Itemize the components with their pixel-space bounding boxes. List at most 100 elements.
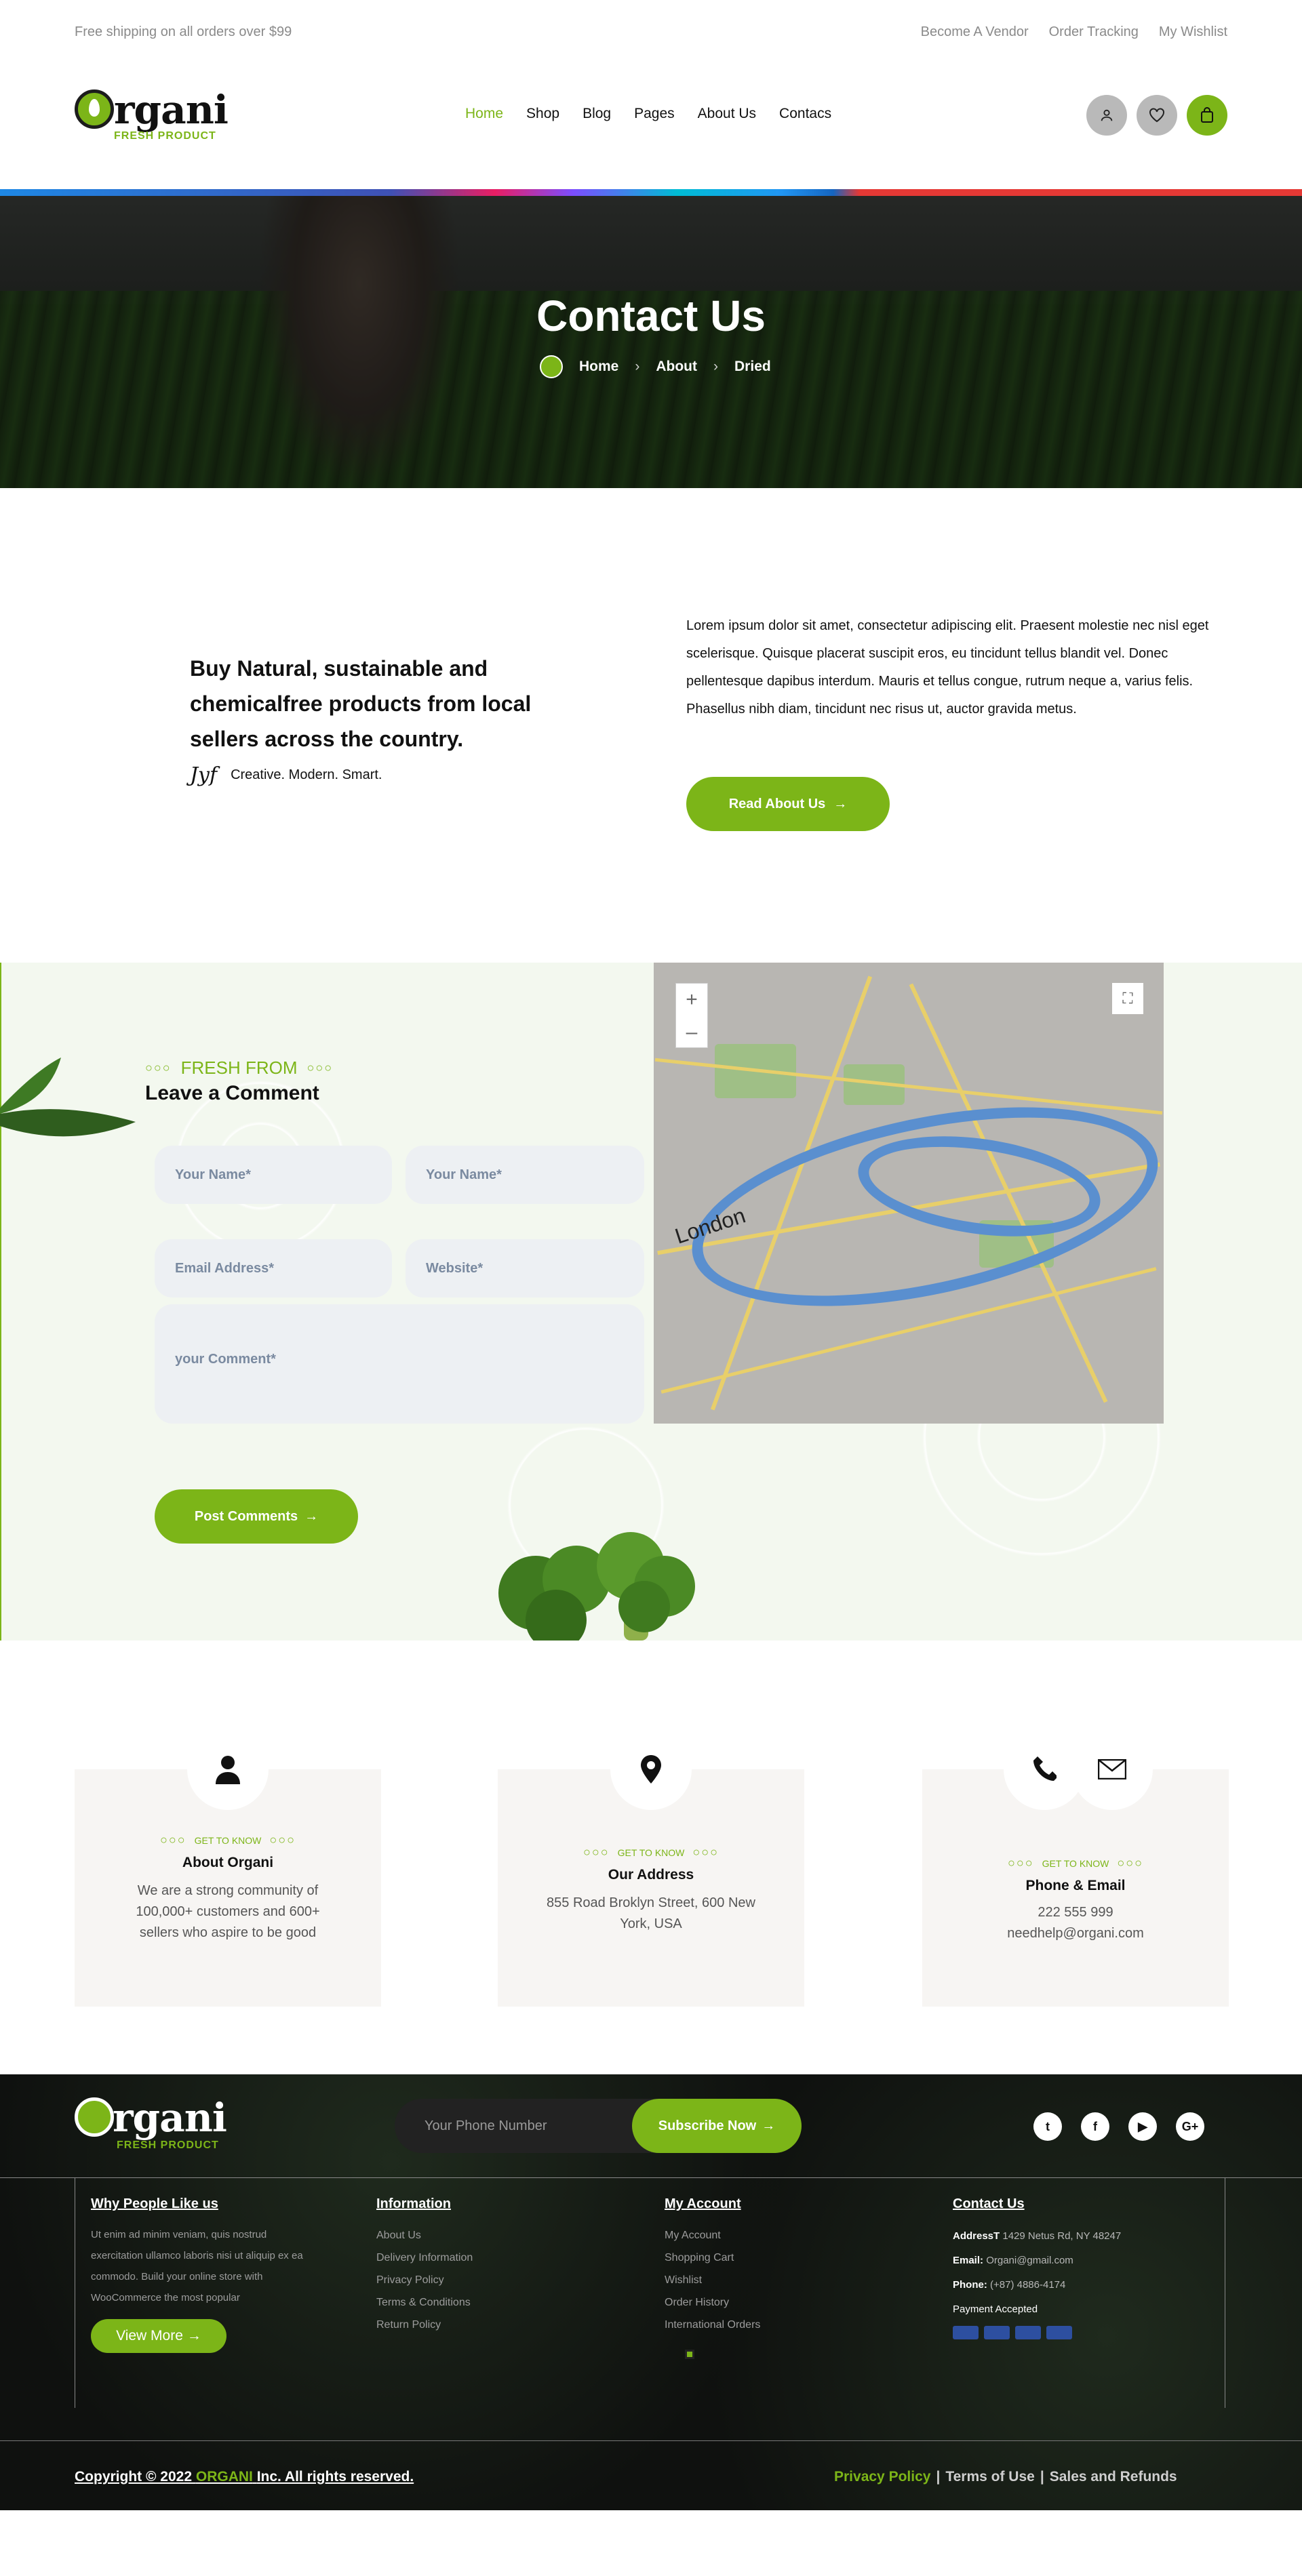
footer-link[interactable]: Wishlist [665,2269,760,2291]
fullscreen-icon[interactable]: ⛶ [1112,983,1143,1014]
scroll-indicator[interactable] [685,2350,694,2359]
footer-link[interactable]: Order History [665,2291,760,2314]
subscribe-button[interactable]: Subscribe Now → [632,2099,802,2153]
card-title: About Organi [182,1855,274,1870]
breadcrumb-dried: Dried [734,359,771,374]
payment-label: Payment Accepted [953,2303,1038,2315]
order-tracking-link[interactable]: Order Tracking [1049,24,1139,40]
footer-link[interactable]: Privacy Policy [376,2269,473,2291]
home-icon[interactable] [540,355,563,378]
footer-heading: Contact Us [953,2196,1025,2211]
payment-methods [953,2326,1121,2339]
facebook-icon[interactable]: f [1081,2112,1109,2141]
footer-account-column: My Account My Account Shopping Cart Wish… [665,2196,760,2336]
top-bar: Free shipping on all orders over $99 Bec… [0,0,1302,65]
become-vendor-link[interactable]: Become A Vendor [921,24,1029,40]
nav-pages[interactable]: Pages [634,106,675,122]
logo-tagline: FRESH PRODUCT [114,130,216,142]
user-icon[interactable] [1086,95,1127,136]
shipping-notice: Free shipping on all orders over $99 [75,24,292,39]
location-map[interactable]: London + – ⛶ [654,963,1164,1424]
privacy-policy-link[interactable]: Privacy Policy [834,2469,930,2485]
card-title: Our Address [608,1867,694,1883]
footer-logo[interactable]: rgani FRESH PRODUCT [75,2095,237,2156]
maestro-icon [984,2326,1010,2339]
circles-icon: ○○○ [145,1061,172,1074]
footer-link[interactable]: Return Policy [376,2314,473,2336]
info-card-about: ○○○ GET TO KNOW ○○○ About Organi We are … [75,1729,381,2007]
page-hero: Contact Us Home › About › Dried [0,196,1302,488]
arrow-right-icon: → [833,796,848,811]
page-title: Contact Us [536,291,766,340]
card-title: Phone & Email [1025,1878,1126,1893]
logo-wordmark: rgani [114,87,229,133]
footer-phone: Phone: (+87) 4886-4174 [953,2279,1066,2291]
footer-address: AddressT 1429 Netus Rd, NY 48247 [953,2230,1122,2242]
logo-leaf-icon [75,89,114,129]
post-comments-button[interactable]: Post Comments → [155,1489,358,1544]
footer-heading: Information [376,2196,451,2211]
name-field[interactable]: Your Name* [155,1146,392,1204]
footer-link[interactable]: Terms & Conditions [376,2291,473,2314]
nav-contacs[interactable]: Contacs [779,106,831,122]
circles-icon: ○○○ [307,1061,334,1074]
footer-email: Email: Organi@gmail.com [953,2255,1073,2266]
breadcrumb-about[interactable]: About [656,359,697,375]
amex-icon [1046,2326,1072,2339]
circles-icon: ○○○ [583,1845,610,1859]
about-heading: Buy Natural, sustainable and chemicalfre… [190,656,532,751]
youtube-icon[interactable]: ▶ [1128,2112,1157,2141]
copyright: Copyright © 2022 ORGANI Inc. All rights … [75,2469,414,2484]
site-footer: rgani FRESH PRODUCT Your Phone Number Su… [0,2074,1302,2510]
footer-heading: Why People Like us [91,2196,218,2211]
user-icon [187,1729,269,1810]
nav-about-us[interactable]: About Us [698,106,756,122]
wishlist-link[interactable]: My Wishlist [1159,24,1227,40]
footer-link[interactable]: My Account [665,2224,760,2247]
website-field[interactable]: Website* [406,1239,644,1297]
breadcrumb: Home › About › Dried [540,355,771,378]
chevron-right-icon: › [713,359,719,374]
name-field-2[interactable]: Your Name* [406,1146,644,1204]
footer-contact-column: Contact Us AddressT 1429 Netus Rd, NY 48… [953,2196,1121,2339]
footer-information-column: Information About Us Delivery Informatio… [376,2196,473,2336]
circles-icon: ○○○ [159,1833,186,1847]
logo-tagline: FRESH PRODUCT [117,2139,219,2151]
footer-link[interactable]: Shopping Cart [665,2247,760,2269]
card-text: 855 Road Broklyn Street, 600 New York, U… [547,1895,755,1931]
site-logo[interactable]: rgani FRESH PRODUCT [75,87,231,149]
bag-icon[interactable] [1187,95,1227,136]
email-field[interactable]: Email Address* [155,1239,392,1297]
mastercard-icon [1015,2326,1041,2339]
info-card-address: ○○○ GET TO KNOW ○○○ Our Address 855 Road… [498,1729,804,2007]
mail-icon [1071,1729,1153,1810]
footer-link[interactable]: International Orders [665,2314,760,2336]
comment-textarea[interactable]: your Comment* [155,1304,644,1424]
breadcrumb-home[interactable]: Home [579,359,618,375]
twitter-icon[interactable]: t [1033,2112,1062,2141]
nav-home[interactable]: Home [465,106,503,122]
circles-icon: ○○○ [1007,1856,1034,1870]
leaf-decoration [0,1058,136,1137]
refunds-link[interactable]: Sales and Refunds [1050,2469,1177,2485]
footer-link[interactable]: Delivery Information [376,2247,473,2269]
footer-why-text: Ut enim ad minim veniam, quis nostrud ex… [91,2229,303,2303]
read-about-button[interactable]: Read About Us → [686,777,890,831]
map-pin-icon [610,1729,692,1810]
zoom-in-button[interactable]: + [676,984,707,1016]
zoom-out-button[interactable]: – [676,1016,707,1049]
about-intro: Buy Natural, sustainable and chemicalfre… [190,651,570,757]
signature-icon: Jyf [190,763,218,787]
heart-icon[interactable] [1137,95,1177,136]
logo-wordmark: rgani [113,2095,227,2141]
google-plus-icon[interactable]: G+ [1176,2112,1204,2141]
about-body: Lorem ipsum dolor sit amet, consectetur … [686,618,1209,717]
main-nav: Home Shop Blog Pages About Us Contacs [465,106,831,122]
footer-link[interactable]: About Us [376,2224,473,2247]
nav-blog[interactable]: Blog [583,106,611,122]
nav-shop[interactable]: Shop [526,106,559,122]
terms-link[interactable]: Terms of Use [945,2469,1035,2485]
view-more-button[interactable]: View More → [91,2319,226,2353]
logo-leaf-icon [75,2097,114,2137]
social-links: t f ▶ G+ [1033,2112,1204,2141]
